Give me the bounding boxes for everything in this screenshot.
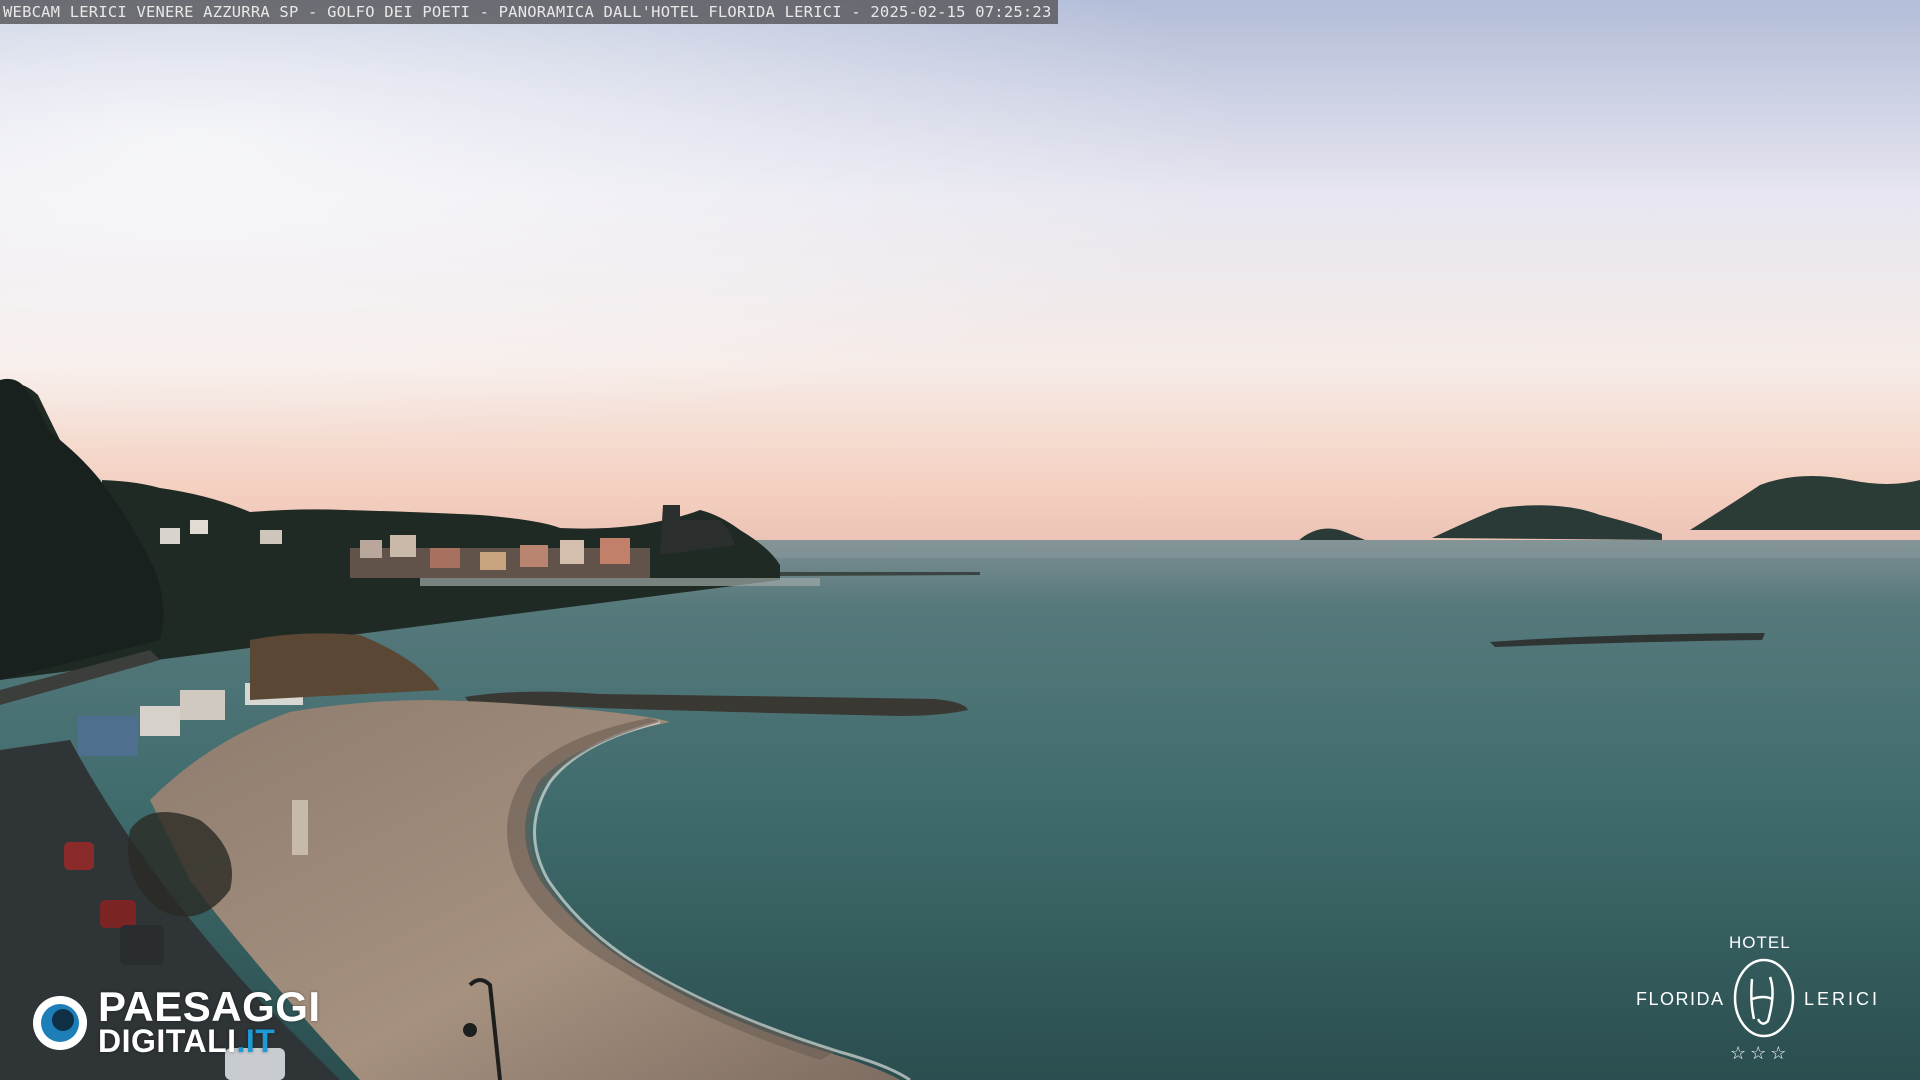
town-house — [600, 538, 630, 564]
hotel-monogram-logo — [1733, 958, 1795, 1038]
beach-hut — [180, 690, 225, 720]
marina — [420, 578, 820, 586]
hotel-label: HOTEL — [1729, 933, 1791, 952]
sky-glow — [0, 0, 1920, 560]
town-house — [390, 535, 416, 557]
sea-horizon-haze — [700, 540, 1920, 558]
hotel-name-florida: FLORIDA — [1636, 989, 1725, 1009]
hotel-stars: ☆☆☆ — [1730, 1043, 1791, 1063]
town-house — [360, 540, 382, 558]
parked-car — [120, 925, 164, 965]
webcam-caption: WEBCAM LERICI VENERE AZZURRA SP - GOLFO … — [0, 0, 1058, 24]
paesaggi-digitali-logo: PAESAGGI DIGITALI.IT — [30, 985, 340, 1060]
eye-icon — [33, 996, 87, 1050]
street-lamp-head — [463, 1023, 477, 1037]
lifeguard-tower — [292, 800, 308, 855]
town-house — [480, 552, 506, 570]
town-house — [160, 528, 180, 544]
webcam-scene — [0, 0, 1920, 1080]
beach-hut — [78, 716, 138, 756]
town-house — [560, 540, 584, 564]
hotel-name-lerici: LERICI — [1804, 989, 1881, 1009]
logo-text-digitali: DIGITALI.IT — [98, 1023, 275, 1059]
town-house — [520, 545, 548, 567]
town-house — [430, 548, 460, 568]
town-house — [260, 530, 282, 544]
beach-hut — [140, 706, 180, 736]
hotel-florida-logo: HOTEL FLORIDA LERICI ☆☆☆ — [1630, 933, 1895, 1068]
logo-text-digitali-main: DIGITALI — [98, 1023, 237, 1059]
parked-car — [100, 900, 136, 928]
town-house — [190, 520, 208, 534]
parked-car — [64, 842, 94, 870]
logo-text-domain-suffix: .IT — [236, 1023, 276, 1059]
